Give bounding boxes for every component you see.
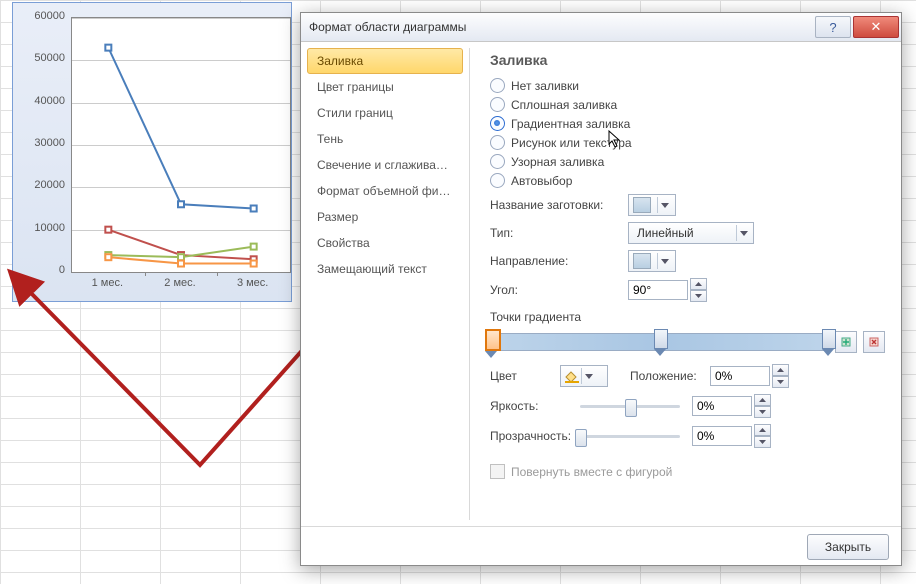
radio-label: Автовыбор	[511, 174, 572, 188]
panel-heading: Заливка	[490, 52, 885, 68]
y-tick-label: 30000	[15, 137, 65, 149]
fill-radio-row[interactable]: Рисунок или текстура	[490, 135, 885, 150]
y-tick-label: 40000	[15, 95, 65, 107]
brightness-spinner[interactable]	[692, 394, 771, 418]
gradient-stop[interactable]	[822, 329, 834, 355]
transparency-up[interactable]	[754, 424, 771, 436]
help-button[interactable]: ?	[815, 16, 851, 38]
sidenav-item[interactable]: Замещающий текст	[307, 256, 463, 282]
type-value: Линейный	[631, 226, 700, 240]
y-tick-label: 20000	[15, 179, 65, 191]
fill-radio-row[interactable]: Градиентная заливка	[490, 116, 885, 131]
dialog-title: Формат области диаграммы	[309, 20, 813, 34]
radio[interactable]	[490, 173, 505, 188]
preset-swatch	[633, 197, 651, 213]
brightness-input[interactable]	[692, 396, 752, 416]
radio[interactable]	[490, 116, 505, 131]
sidenav-item[interactable]: Заливка	[307, 48, 463, 74]
radio[interactable]	[490, 154, 505, 169]
embedded-chart[interactable]: 0 10000 20000 30000 40000 50000 60000 1 мес. 2 …	[12, 2, 292, 302]
brightness-slider[interactable]	[580, 396, 680, 416]
direction-dropdown[interactable]	[628, 250, 676, 272]
position-up[interactable]	[772, 364, 789, 376]
close-window-button[interactable]: ✕	[853, 16, 899, 38]
angle-spinner[interactable]	[628, 278, 707, 302]
gradient-stop[interactable]	[654, 329, 666, 355]
direction-label: Направление:	[490, 254, 628, 268]
angle-label: Угол:	[490, 283, 628, 297]
gradient-track[interactable]	[490, 333, 829, 351]
y-tick-label: 0	[15, 264, 65, 276]
sidenav-item[interactable]: Свойства	[307, 230, 463, 256]
y-tick-label: 50000	[15, 52, 65, 64]
transparency-slider[interactable]	[580, 426, 680, 446]
fill-radio-row[interactable]: Сплошная заливка	[490, 97, 885, 112]
rotate-with-shape-row: Повернуть вместе с фигурой	[490, 464, 885, 479]
dialog-titlebar[interactable]: Формат области диаграммы ? ✕	[301, 13, 901, 42]
radio[interactable]	[490, 78, 505, 93]
gradient-stops-label: Точки градиента	[490, 310, 885, 324]
angle-up[interactable]	[690, 278, 707, 290]
sidenav-item[interactable]: Стили границ	[307, 100, 463, 126]
radio-label: Градиентная заливка	[511, 117, 630, 131]
transparency-label: Прозрачность:	[490, 429, 580, 443]
mouse-cursor	[608, 130, 622, 148]
y-tick-label: 60000	[15, 10, 65, 22]
gradient-stop[interactable]	[485, 329, 497, 355]
transparency-spinner[interactable]	[692, 424, 771, 448]
transparency-down[interactable]	[754, 436, 771, 448]
fill-radio-row[interactable]: Узорная заливка	[490, 154, 885, 169]
type-label: Тип:	[490, 226, 628, 240]
color-dropdown[interactable]	[560, 365, 608, 387]
angle-input[interactable]	[628, 280, 688, 300]
position-down[interactable]	[772, 376, 789, 388]
sidenav-item[interactable]: Размер	[307, 204, 463, 230]
format-chart-area-dialog: Формат области диаграммы ? ✕ ЗаливкаЦвет…	[300, 12, 902, 566]
position-spinner[interactable]	[710, 364, 789, 388]
brightness-down[interactable]	[754, 406, 771, 418]
fill-panel: Заливка Нет заливки Сплошная заливка Гради…	[470, 42, 901, 526]
close-button[interactable]: Закрыть	[807, 534, 889, 560]
color-label: Цвет	[490, 369, 560, 383]
fill-bucket-icon	[563, 369, 581, 383]
preset-dropdown[interactable]	[628, 194, 676, 216]
radio-label: Нет заливки	[511, 79, 579, 93]
radio-label: Узорная заливка	[511, 155, 604, 169]
brightness-label: Яркость:	[490, 399, 580, 413]
gradient-bar[interactable]	[490, 326, 885, 358]
category-list: ЗаливкаЦвет границыСтили границТеньСвече…	[301, 42, 469, 526]
rotate-with-shape-checkbox	[490, 464, 505, 479]
fill-radio-row[interactable]: Нет заливки	[490, 78, 885, 93]
remove-stop-button[interactable]	[863, 331, 885, 353]
direction-swatch	[633, 253, 651, 269]
sidenav-item[interactable]: Свечение и сглаживание	[307, 152, 463, 178]
sidenav-item[interactable]: Тень	[307, 126, 463, 152]
x-tick-label: 2 мес.	[150, 277, 210, 289]
type-dropdown[interactable]: Линейный	[628, 222, 754, 244]
position-label: Положение:	[630, 369, 710, 383]
sidenav-item[interactable]: Цвет границы	[307, 74, 463, 100]
radio[interactable]	[490, 97, 505, 112]
radio-label: Сплошная заливка	[511, 98, 617, 112]
fill-radio-row[interactable]: Автовыбор	[490, 173, 885, 188]
chart-plot-area	[71, 17, 291, 273]
brightness-up[interactable]	[754, 394, 771, 406]
transparency-input[interactable]	[692, 426, 752, 446]
preset-label: Название заготовки:	[490, 198, 628, 212]
sidenav-item[interactable]: Формат объемной фигуры	[307, 178, 463, 204]
add-stop-button[interactable]	[835, 331, 857, 353]
x-tick-label: 3 мес.	[223, 277, 283, 289]
position-input[interactable]	[710, 366, 770, 386]
x-tick-label: 1 мес.	[77, 277, 137, 289]
angle-down[interactable]	[690, 290, 707, 302]
rotate-with-shape-label: Повернуть вместе с фигурой	[511, 465, 672, 479]
radio[interactable]	[490, 135, 505, 150]
y-tick-label: 10000	[15, 222, 65, 234]
